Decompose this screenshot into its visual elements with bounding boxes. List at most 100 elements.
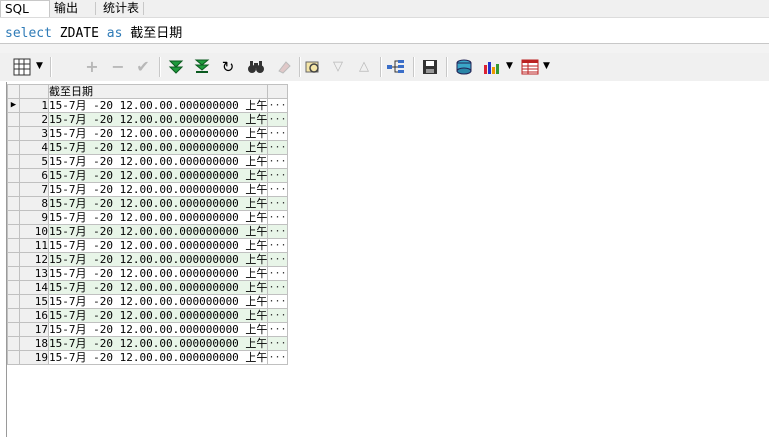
refresh-icon[interactable]: ↻ <box>219 57 237 77</box>
tree-icon[interactable] <box>385 57 407 77</box>
cell-editor-button[interactable]: ··· <box>267 322 288 337</box>
date-cell[interactable]: 15-7月 -20 12.00.00.000000000 上午 <box>47 126 269 141</box>
tab-statistics[interactable]: 统计表 <box>99 0 147 16</box>
date-cell[interactable]: 15-7月 -20 12.00.00.000000000 上午 <box>47 168 269 183</box>
row-indicator-cell[interactable] <box>7 182 20 197</box>
date-cell[interactable]: 15-7月 -20 12.00.00.000000000 上午 <box>47 280 269 295</box>
cell-editor-button[interactable]: ··· <box>267 238 288 253</box>
cell-editor-button[interactable]: ··· <box>267 112 288 127</box>
current-row-indicator-icon[interactable]: ▶ <box>7 98 20 113</box>
cell-editor-button[interactable]: ··· <box>267 336 288 351</box>
query-by-example-icon[interactable] <box>303 57 323 77</box>
row-indicator-cell[interactable] <box>7 252 20 267</box>
row-indicator-cell[interactable] <box>7 196 20 211</box>
cell-editor-button[interactable]: ··· <box>267 350 288 365</box>
table-row[interactable]: 19 15-7月 -20 12.00.00.000000000 上午 ··· <box>7 350 288 365</box>
table-row[interactable]: 3 15-7月 -20 12.00.00.000000000 上午 ··· <box>7 126 288 141</box>
grid-view-icon[interactable] <box>11 57 33 77</box>
row-indicator-cell[interactable] <box>7 280 20 295</box>
export-icon[interactable] <box>453 57 475 77</box>
cell-editor-button[interactable]: ··· <box>267 182 288 197</box>
row-indicator-cell[interactable] <box>7 322 20 337</box>
row-indicator-cell[interactable] <box>7 294 20 309</box>
table-row[interactable]: 11 15-7月 -20 12.00.00.000000000 上午 ··· <box>7 238 288 253</box>
row-indicator-cell[interactable] <box>7 126 20 141</box>
row-indicator-cell[interactable] <box>7 238 20 253</box>
table-row[interactable]: 9 15-7月 -20 12.00.00.000000000 上午 ··· <box>7 210 288 225</box>
tab-output[interactable]: 输出 <box>50 0 94 16</box>
table-options-icon[interactable] <box>520 57 540 77</box>
editor-splitter[interactable] <box>0 43 769 53</box>
table-row[interactable]: 10 15-7月 -20 12.00.00.000000000 上午 ··· <box>7 224 288 239</box>
date-cell[interactable]: 15-7月 -20 12.00.00.000000000 上午 <box>47 266 269 281</box>
row-indicator-cell[interactable] <box>7 308 20 323</box>
date-cell[interactable]: 15-7月 -20 12.00.00.000000000 上午 <box>47 196 269 211</box>
last-page-icon[interactable] <box>192 57 212 77</box>
row-indicator-cell[interactable] <box>7 224 20 239</box>
table-row[interactable]: 6 15-7月 -20 12.00.00.000000000 上午 ··· <box>7 168 288 183</box>
cell-editor-button[interactable]: ··· <box>267 98 288 113</box>
row-indicator-cell[interactable] <box>7 112 20 127</box>
table-row[interactable]: 15 15-7月 -20 12.00.00.000000000 上午 ··· <box>7 294 288 309</box>
add-record-icon[interactable]: + <box>84 57 100 77</box>
cell-editor-button[interactable]: ··· <box>267 154 288 169</box>
table-row[interactable]: 8 15-7月 -20 12.00.00.000000000 上午 ··· <box>7 196 288 211</box>
tab-sql[interactable]: SQL <box>0 0 50 17</box>
result-grid[interactable]: 截至日期 ▶ 1 15-7月 -20 12.00.00.000000000 上午 ··… <box>0 82 769 437</box>
cell-editor-button[interactable]: ··· <box>267 266 288 281</box>
row-indicator-cell[interactable] <box>7 140 20 155</box>
sort-icon[interactable]: △ <box>355 57 373 77</box>
date-cell[interactable]: 15-7月 -20 12.00.00.000000000 上午 <box>47 294 269 309</box>
row-indicator-cell[interactable] <box>7 168 20 183</box>
column-header[interactable]: 截至日期 <box>47 84 269 99</box>
table-row[interactable]: 12 15-7月 -20 12.00.00.000000000 上午 ··· <box>7 252 288 267</box>
row-indicator-cell[interactable] <box>7 336 20 351</box>
next-page-icon[interactable] <box>166 57 186 77</box>
date-cell[interactable]: 15-7月 -20 12.00.00.000000000 上午 <box>47 336 269 351</box>
cell-editor-button[interactable]: ··· <box>267 252 288 267</box>
post-edit-icon[interactable]: ✔ <box>133 57 153 77</box>
date-cell[interactable]: 15-7月 -20 12.00.00.000000000 上午 <box>47 112 269 127</box>
cell-editor-button[interactable]: ··· <box>267 280 288 295</box>
table-row[interactable]: 4 15-7月 -20 12.00.00.000000000 上午 ··· <box>7 140 288 155</box>
date-cell[interactable]: 15-7月 -20 12.00.00.000000000 上午 <box>47 154 269 169</box>
table-row[interactable]: 16 15-7月 -20 12.00.00.000000000 上午 ··· <box>7 308 288 323</box>
cell-editor-button[interactable]: ··· <box>267 196 288 211</box>
row-indicator-cell[interactable] <box>7 210 20 225</box>
cell-editor-button[interactable]: ··· <box>267 210 288 225</box>
date-cell[interactable]: 15-7月 -20 12.00.00.000000000 上午 <box>47 182 269 197</box>
table-row[interactable]: 13 15-7月 -20 12.00.00.000000000 上午 ··· <box>7 266 288 281</box>
table-row[interactable]: 5 15-7月 -20 12.00.00.000000000 上午 ··· <box>7 154 288 169</box>
table-row[interactable]: 18 15-7月 -20 12.00.00.000000000 上午 ··· <box>7 336 288 351</box>
cell-editor-button[interactable]: ··· <box>267 224 288 239</box>
table-row[interactable]: ▶ 1 15-7月 -20 12.00.00.000000000 上午 ··· <box>7 98 288 113</box>
clear-icon[interactable] <box>274 57 294 77</box>
date-cell[interactable]: 15-7月 -20 12.00.00.000000000 上午 <box>47 308 269 323</box>
table-row[interactable]: 14 15-7月 -20 12.00.00.000000000 上午 ··· <box>7 280 288 295</box>
chevron-down-icon[interactable]: ▼ <box>506 61 513 71</box>
chevron-down-icon[interactable]: ▼ <box>543 61 550 71</box>
filter-icon[interactable]: ▽ <box>329 57 347 77</box>
cell-editor-button[interactable]: ··· <box>267 294 288 309</box>
cell-editor-button[interactable]: ··· <box>267 140 288 155</box>
date-cell[interactable]: 15-7月 -20 12.00.00.000000000 上午 <box>47 224 269 239</box>
cell-editor-button[interactable]: ··· <box>267 126 288 141</box>
cell-editor-button[interactable]: ··· <box>267 308 288 323</box>
date-cell[interactable]: 15-7月 -20 12.00.00.000000000 上午 <box>47 210 269 225</box>
find-icon[interactable] <box>245 57 267 77</box>
date-cell[interactable]: 15-7月 -20 12.00.00.000000000 上午 <box>47 350 269 365</box>
table-row[interactable]: 17 15-7月 -20 12.00.00.000000000 上午 ··· <box>7 322 288 337</box>
row-indicator-cell[interactable] <box>7 154 20 169</box>
chevron-down-icon[interactable]: ▼ <box>36 61 43 71</box>
date-cell[interactable]: 15-7月 -20 12.00.00.000000000 上午 <box>47 322 269 337</box>
table-row[interactable]: 2 15-7月 -20 12.00.00.000000000 上午 ··· <box>7 112 288 127</box>
chart-icon[interactable] <box>481 57 501 77</box>
date-cell[interactable]: 15-7月 -20 12.00.00.000000000 上午 <box>47 238 269 253</box>
date-cell[interactable]: 15-7月 -20 12.00.00.000000000 上午 <box>47 98 269 113</box>
row-indicator-cell[interactable] <box>7 266 20 281</box>
row-indicator-cell[interactable] <box>7 350 20 365</box>
cell-editor-button[interactable]: ··· <box>267 168 288 183</box>
delete-record-icon[interactable]: − <box>110 57 126 77</box>
table-row[interactable]: 7 15-7月 -20 12.00.00.000000000 上午 ··· <box>7 182 288 197</box>
date-cell[interactable]: 15-7月 -20 12.00.00.000000000 上午 <box>47 252 269 267</box>
